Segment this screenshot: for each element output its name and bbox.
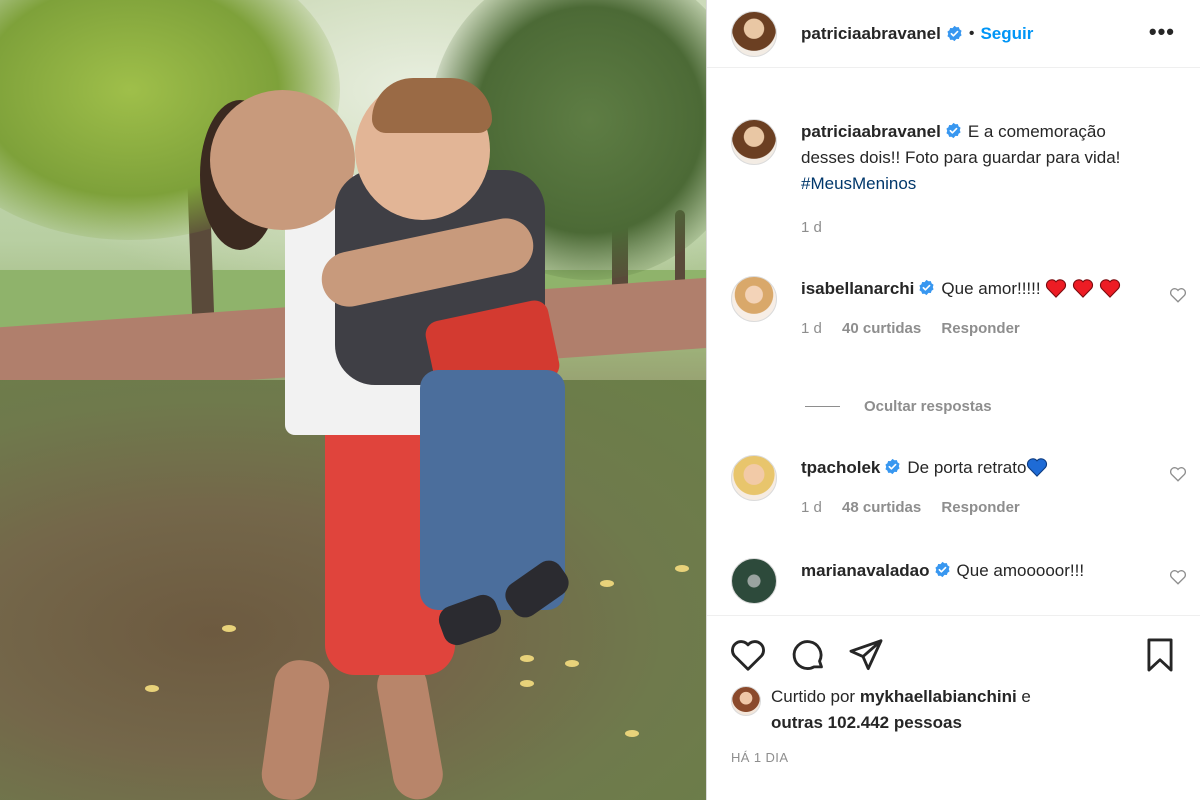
red-heart-icon bbox=[1046, 279, 1067, 298]
verified-badge-icon bbox=[947, 25, 962, 42]
caption-time[interactable]: 1 d bbox=[801, 219, 822, 236]
comment-username[interactable]: tpacholek bbox=[801, 458, 880, 477]
separator-dot: • bbox=[968, 24, 975, 42]
caption-username[interactable]: patriciaabravanel bbox=[801, 122, 941, 141]
likes-text: Curtido por mykhaellabianchini e outras … bbox=[771, 684, 1031, 736]
likes-others[interactable]: outras 102.442 pessoas bbox=[771, 713, 962, 732]
red-heart-icon bbox=[1099, 279, 1120, 298]
photo-leaf bbox=[520, 680, 534, 687]
liker-username[interactable]: mykhaellabianchini bbox=[860, 687, 1017, 706]
comment-time[interactable]: 1 d bbox=[801, 320, 822, 337]
caption-body: patriciaabravanel E a comemoração desses … bbox=[801, 119, 1121, 241]
more-icon[interactable]: ••• bbox=[1149, 21, 1175, 43]
comment-item: tpacholek De porta retrato 1 d 48 curtida… bbox=[731, 455, 1187, 521]
hide-replies-label: Ocultar respostas bbox=[864, 398, 992, 415]
post-photo[interactable] bbox=[0, 0, 706, 800]
liker-avatar[interactable] bbox=[731, 686, 761, 716]
like-heart-icon[interactable] bbox=[729, 636, 767, 674]
red-heart-icon bbox=[1072, 279, 1094, 298]
comment-username[interactable]: isabellanarchi bbox=[801, 279, 914, 298]
caption-avatar[interactable] bbox=[731, 119, 777, 165]
comment-body: marianavaladao Que amooooor!!! bbox=[801, 558, 1121, 604]
like-comment-heart-icon[interactable] bbox=[1169, 568, 1187, 586]
photo-leaf bbox=[675, 565, 689, 572]
comment-icon[interactable] bbox=[789, 636, 827, 674]
post-time-ago[interactable]: HÁ 1 DIA bbox=[731, 750, 788, 765]
hide-replies-button[interactable]: Ocultar respostas bbox=[805, 398, 992, 415]
commenter-avatar[interactable] bbox=[731, 276, 777, 322]
reply-button[interactable]: Responder bbox=[941, 499, 1019, 516]
author-username[interactable]: patriciaabravanel bbox=[801, 24, 941, 44]
comment-likes[interactable]: 40 curtidas bbox=[842, 320, 921, 337]
verified-badge-icon bbox=[885, 458, 900, 475]
comment-text: Que amooooor!!! bbox=[956, 561, 1085, 580]
comment-item: isabellanarchi Que amor!!!!! 1 d 40 curti… bbox=[731, 276, 1187, 342]
photo-boy-head bbox=[210, 90, 355, 230]
caption-hashtag[interactable]: #MeusMeninos bbox=[801, 174, 916, 193]
photo-baby-hair bbox=[372, 78, 492, 133]
comment-meta: 1 d 40 curtidas Responder bbox=[801, 316, 1121, 342]
likes-conj: e bbox=[1021, 687, 1031, 706]
share-icon[interactable] bbox=[847, 636, 885, 674]
author-line: patriciaabravanel • Seguir bbox=[801, 24, 1033, 44]
caption: patriciaabravanel E a comemoração desses … bbox=[731, 119, 1181, 241]
comments-list[interactable]: patriciaabravanel E a comemoração desses … bbox=[707, 69, 1200, 615]
blue-heart-icon bbox=[1027, 458, 1048, 477]
verified-badge-icon bbox=[919, 279, 934, 296]
photo-leaf bbox=[520, 655, 534, 662]
post-side-panel: patriciaabravanel • Seguir ••• patriciaa… bbox=[706, 0, 1200, 800]
comment-body: tpacholek De porta retrato 1 d 48 curtida… bbox=[801, 455, 1121, 521]
photo-leaf bbox=[625, 730, 639, 737]
comment-text: Que amor!!!!! bbox=[941, 279, 1041, 298]
photo-leaf bbox=[145, 685, 159, 692]
likes-summary: Curtido por mykhaellabianchini e outras … bbox=[731, 684, 1031, 736]
photo-leaf bbox=[565, 660, 579, 667]
photo-leaf bbox=[600, 580, 614, 587]
commenter-avatar[interactable] bbox=[731, 455, 777, 501]
follow-button[interactable]: Seguir bbox=[980, 24, 1033, 44]
like-comment-heart-icon[interactable] bbox=[1169, 465, 1187, 483]
comment-body: isabellanarchi Que amor!!!!! 1 d 40 curti… bbox=[801, 276, 1121, 342]
commenter-avatar[interactable] bbox=[731, 558, 777, 604]
photo-leaf bbox=[222, 625, 236, 632]
post-header: patriciaabravanel • Seguir ••• bbox=[707, 0, 1200, 68]
like-comment-heart-icon[interactable] bbox=[1169, 286, 1187, 304]
comment-likes[interactable]: 48 curtidas bbox=[842, 499, 921, 516]
bookmark-icon[interactable] bbox=[1141, 636, 1179, 674]
post-actions: Curtido por mykhaellabianchini e outras … bbox=[707, 615, 1200, 800]
comment-meta: 1 d 48 curtidas Responder bbox=[801, 495, 1121, 521]
verified-badge-icon bbox=[946, 122, 961, 139]
caption-meta: 1 d bbox=[801, 215, 1121, 241]
likes-prefix: Curtido por bbox=[771, 687, 856, 706]
comment-username[interactable]: marianavaladao bbox=[801, 561, 930, 580]
comment-time[interactable]: 1 d bbox=[801, 499, 822, 516]
author-avatar[interactable] bbox=[731, 10, 777, 57]
verified-badge-icon bbox=[934, 561, 950, 578]
reply-button[interactable]: Responder bbox=[941, 320, 1019, 337]
replies-divider bbox=[805, 406, 840, 407]
comment-text: De porta retrato bbox=[907, 458, 1027, 477]
comment-item: marianavaladao Que amooooor!!! bbox=[731, 558, 1187, 604]
